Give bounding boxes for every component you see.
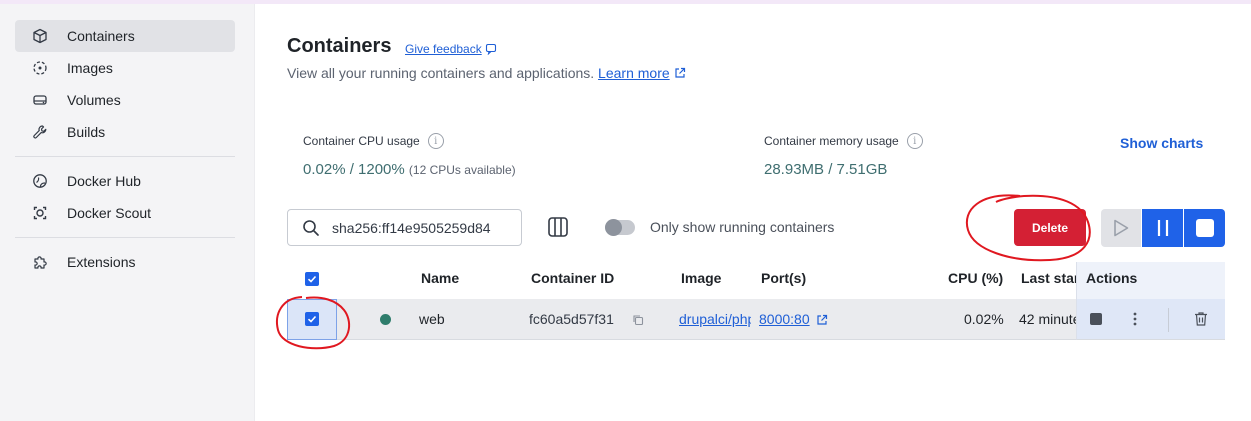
container-id: fc60a5d57f31 bbox=[529, 311, 614, 327]
sidebar-divider bbox=[15, 156, 235, 157]
learn-more-link[interactable]: Learn more bbox=[598, 65, 670, 81]
pause-button[interactable] bbox=[1142, 209, 1183, 247]
row-stop-button[interactable] bbox=[1089, 312, 1103, 331]
delete-button[interactable]: Delete bbox=[1014, 209, 1086, 246]
sidebar-item-containers[interactable]: Containers bbox=[15, 20, 235, 52]
cpu-usage-value-text: 0.02% / 1200% bbox=[303, 161, 405, 178]
search-field[interactable] bbox=[287, 209, 522, 246]
check-icon bbox=[307, 315, 317, 323]
stop-icon bbox=[1195, 219, 1214, 237]
more-vertical-icon bbox=[1133, 312, 1137, 326]
search-input[interactable] bbox=[332, 219, 521, 236]
sidebar-item-docker-hub[interactable]: Docker Hub bbox=[15, 165, 235, 197]
column-header-ports[interactable]: Port(s) bbox=[761, 270, 806, 286]
external-link-icon bbox=[816, 313, 828, 331]
column-header-cpu[interactable]: CPU (%) bbox=[948, 270, 1003, 286]
sidebar-item-label: Images bbox=[67, 60, 113, 76]
row-delete-button[interactable] bbox=[1194, 311, 1208, 332]
memory-usage-value: 28.93MB / 7.51GB bbox=[764, 161, 888, 178]
trash-icon bbox=[1195, 312, 1207, 326]
sidebar-item-volumes[interactable]: Volumes bbox=[15, 84, 235, 116]
cpu-usage-label-text: Container CPU usage bbox=[303, 134, 420, 148]
sidebar-item-images[interactable]: Images bbox=[15, 52, 235, 84]
sidebar-item-label: Extensions bbox=[67, 254, 136, 270]
pause-icon bbox=[1157, 220, 1168, 236]
sidebar-item-label: Containers bbox=[67, 28, 135, 44]
column-header-image[interactable]: Image bbox=[681, 270, 721, 286]
sidebar-divider bbox=[15, 237, 235, 238]
docker-hub-icon bbox=[31, 172, 49, 190]
page-title: Containers bbox=[287, 35, 392, 57]
cpu-usage-label: Container CPU usage i bbox=[303, 133, 444, 149]
container-cpu: 0.02% bbox=[964, 311, 1004, 327]
copy-icon[interactable] bbox=[632, 313, 644, 331]
running-status-dot bbox=[380, 314, 391, 325]
sidebar-item-label: Docker Hub bbox=[67, 173, 141, 189]
give-feedback-link[interactable]: Give feedback bbox=[405, 42, 497, 56]
external-link-icon bbox=[675, 67, 685, 78]
column-header-container-id[interactable]: Container ID bbox=[531, 270, 614, 286]
stop-icon bbox=[1090, 313, 1102, 325]
row-checkbox[interactable] bbox=[305, 312, 319, 326]
toggle-knob bbox=[605, 219, 622, 236]
running-only-toggle[interactable] bbox=[605, 219, 635, 236]
docker-scout-icon bbox=[31, 204, 49, 222]
row-more-button[interactable] bbox=[1130, 311, 1140, 332]
container-image-link[interactable]: drupalci/php bbox=[679, 311, 751, 327]
page-subtitle-text: View all your running containers and app… bbox=[287, 65, 595, 81]
column-header-name[interactable]: Name bbox=[421, 270, 459, 286]
puzzle-icon bbox=[31, 253, 49, 271]
sidebar-item-label: Docker Scout bbox=[67, 205, 152, 221]
page-subtitle: View all your running containers and app… bbox=[287, 65, 686, 81]
container-name[interactable]: web bbox=[419, 311, 445, 327]
sidebar-item-builds[interactable]: Builds bbox=[15, 116, 235, 148]
container-last-started: 42 minutes ago bbox=[1019, 311, 1076, 327]
sidebar-item-extensions[interactable]: Extensions bbox=[15, 246, 235, 278]
images-icon bbox=[31, 59, 49, 77]
sidebar: Containers Images Volumes Builds Docker … bbox=[0, 4, 255, 421]
check-icon bbox=[307, 275, 317, 283]
sidebar-item-label: Volumes bbox=[67, 92, 121, 108]
select-all-checkbox[interactable] bbox=[305, 272, 319, 286]
show-charts-link[interactable]: Show charts bbox=[1120, 135, 1203, 151]
column-header-actions: Actions bbox=[1086, 270, 1138, 286]
columns-icon bbox=[548, 217, 568, 237]
sidebar-item-docker-scout[interactable]: Docker Scout bbox=[15, 197, 235, 229]
play-icon bbox=[1114, 219, 1129, 237]
stop-button[interactable] bbox=[1184, 209, 1225, 247]
feedback-icon bbox=[485, 43, 496, 55]
memory-usage-label-text: Container memory usage bbox=[764, 134, 899, 148]
columns-button[interactable] bbox=[547, 216, 569, 238]
wrench-icon bbox=[31, 123, 49, 141]
container-port-link[interactable]: 8000:80 bbox=[759, 311, 810, 327]
container-icon bbox=[31, 27, 49, 45]
cpu-usage-value: 0.02% / 1200% (12 CPUs available) bbox=[303, 161, 516, 178]
running-only-label: Only show running containers bbox=[650, 219, 835, 235]
learn-more-label: Learn more bbox=[598, 65, 670, 81]
memory-usage-label: Container memory usage i bbox=[764, 133, 923, 149]
give-feedback-label: Give feedback bbox=[405, 42, 482, 56]
search-icon bbox=[303, 219, 319, 236]
actions-divider bbox=[1168, 308, 1169, 332]
sidebar-item-label: Builds bbox=[67, 124, 106, 140]
column-header-last-started[interactable]: Last started bbox=[1021, 270, 1076, 286]
info-icon[interactable]: i bbox=[906, 133, 923, 149]
volumes-icon bbox=[31, 91, 49, 109]
start-button[interactable] bbox=[1101, 209, 1141, 247]
info-icon[interactable]: i bbox=[427, 133, 444, 149]
cpu-count-note: (12 CPUs available) bbox=[408, 163, 516, 177]
